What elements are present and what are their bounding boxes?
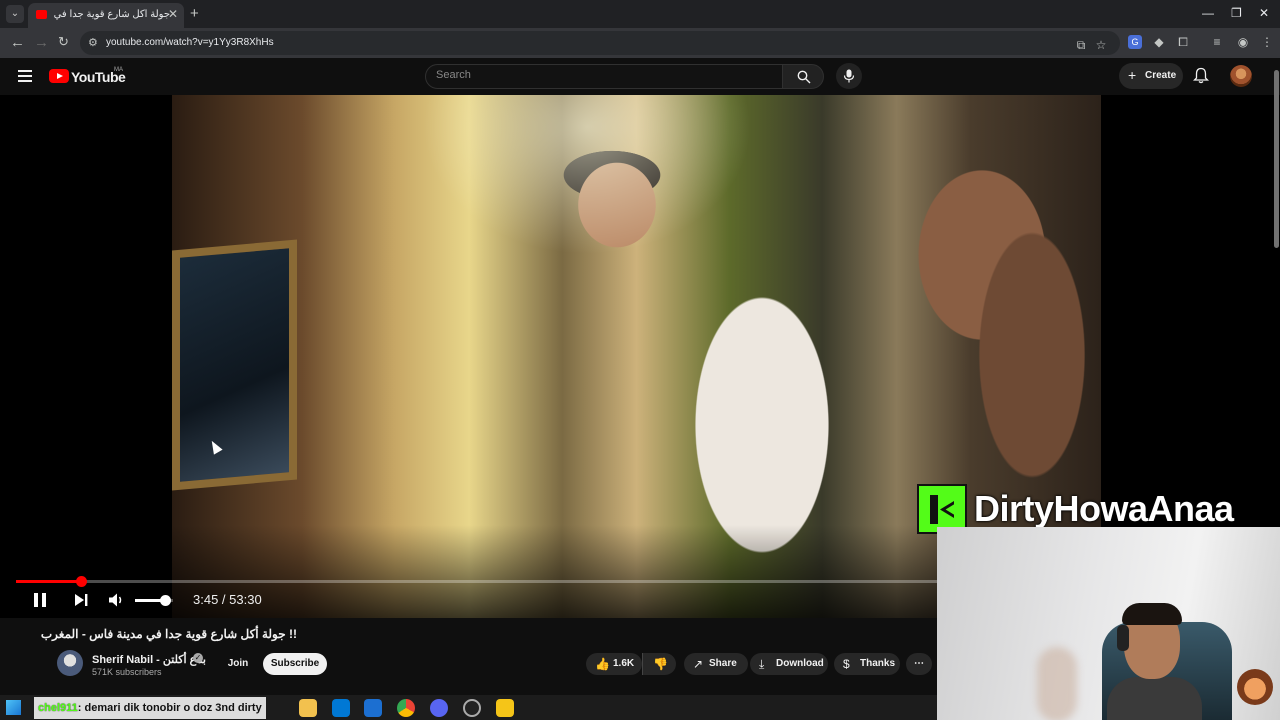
youtube-favicon-icon — [36, 10, 47, 19]
share-label: Share — [709, 658, 737, 669]
download-icon: ⤓ — [759, 657, 765, 671]
url-text[interactable]: youtube.com/watch?v=y1Yy3R8XhHs — [106, 37, 274, 48]
channel-avatar[interactable] — [57, 650, 83, 676]
search-box[interactable] — [425, 64, 783, 89]
tab-close-icon[interactable]: ✕ — [168, 7, 178, 21]
tab-title: جولة أكل شارع قوية جدا في ... — [52, 9, 170, 20]
download-button[interactable]: ⤓ Download — [750, 653, 828, 675]
create-button[interactable]: + Create — [1119, 63, 1183, 89]
channel-name[interactable]: Sherif Nabil - بتاع أكلتن — [92, 653, 206, 666]
notifications-bell-icon[interactable] — [1193, 67, 1209, 84]
minimize-icon[interactable]: — — [1202, 6, 1214, 20]
next-video-icon[interactable] — [73, 592, 89, 608]
site-info-icon[interactable]: ⚙ — [88, 36, 98, 49]
more-actions-button[interactable]: ⋯ — [906, 653, 932, 675]
video-title: !! جولة أكل شارع قوية جدا في مدينة فاس -… — [40, 627, 297, 641]
chat-username: chel911 — [38, 702, 78, 714]
reading-list-icon[interactable]: ≡ — [1210, 35, 1224, 49]
thanks-button[interactable]: $ Thanks — [834, 653, 900, 675]
search-button[interactable] — [782, 64, 824, 89]
tab-search-icon[interactable]: ⌄ — [6, 5, 24, 23]
progress-bar[interactable] — [16, 576, 937, 587]
cast-icon[interactable]: ⧉ — [1074, 38, 1088, 52]
subscribe-button[interactable]: Subscribe — [263, 653, 327, 675]
pause-button[interactable] — [32, 592, 48, 608]
thumbs-down-icon: 👎 — [653, 657, 668, 671]
profile-icon[interactable]: ◉ — [1236, 35, 1250, 49]
plus-icon: + — [1128, 67, 1137, 83]
scrollbar-thumb[interactable] — [1274, 70, 1279, 248]
video-content — [422, 95, 752, 255]
account-avatar[interactable] — [1230, 65, 1252, 87]
controls-gradient — [0, 525, 937, 618]
progress-played — [16, 580, 81, 583]
chat-message: chel911: demari dik tonobir o doz 3nd di… — [34, 697, 266, 719]
browser-tab[interactable]: جولة أكل شارع قوية جدا في ... ✕ — [28, 3, 184, 28]
create-label: Create — [1145, 70, 1177, 81]
thanks-label: Thanks — [860, 658, 896, 669]
verified-badge-icon: ✓ — [193, 653, 203, 663]
translate-extension-icon[interactable]: G — [1128, 35, 1142, 49]
discord-icon[interactable] — [430, 699, 448, 717]
thumbs-up-icon: 👍 — [595, 657, 610, 671]
reload-icon[interactable]: ↻ — [58, 34, 69, 50]
webcam-hand — [1037, 647, 1077, 720]
volume-slider[interactable] — [135, 595, 173, 606]
pause-icon — [34, 593, 38, 607]
browser-menu-icon[interactable]: ⋮ — [1260, 35, 1274, 49]
chrome-icon[interactable] — [397, 699, 415, 717]
search-icon — [797, 70, 811, 84]
forward-icon[interactable]: → — [34, 34, 49, 51]
share-button[interactable]: ↗ Share — [684, 653, 748, 675]
download-label: Download — [776, 658, 824, 669]
windows-start-icon[interactable] — [6, 700, 21, 715]
streamer-webcam — [937, 527, 1280, 720]
pause-icon-bar — [42, 593, 46, 607]
like-count: 1.6K — [613, 658, 635, 669]
dislike-button[interactable]: 👎 — [642, 653, 676, 675]
outlook-icon[interactable] — [364, 699, 382, 717]
microphone-icon — [843, 69, 855, 83]
progress-scrubber[interactable] — [75, 576, 87, 587]
extensions-puzzle-icon[interactable]: ⧠ — [1176, 35, 1190, 49]
youtube-header: YouTube MA + Create — [0, 58, 1280, 95]
extension-icon[interactable]: ◆ — [1152, 35, 1166, 49]
webcam-person-hair — [1122, 603, 1182, 625]
time-display: 3:45 / 53:30 — [193, 592, 262, 607]
volume-icon[interactable] — [107, 591, 125, 609]
restore-icon[interactable]: ❐ — [1231, 6, 1242, 20]
store-icon[interactable] — [332, 699, 350, 717]
bookmark-star-icon[interactable]: ☆ — [1094, 38, 1108, 52]
app-icon[interactable] — [496, 699, 514, 717]
new-tab-icon[interactable]: + — [190, 5, 199, 22]
back-icon[interactable]: ← — [10, 34, 25, 51]
region-code: MA — [114, 67, 123, 73]
share-icon: ↗ — [693, 657, 704, 671]
like-button[interactable]: 👍 1.6K — [586, 653, 642, 675]
address-bar[interactable]: ⚙ youtube.com/watch?v=y1Yy3R8XhHs ⧉ ☆ — [80, 31, 1120, 55]
hamburger-menu-icon[interactable] — [18, 70, 32, 82]
voice-search-button[interactable] — [836, 63, 862, 89]
file-explorer-icon[interactable] — [299, 699, 317, 717]
window-close-icon[interactable]: ✕ — [1259, 6, 1269, 20]
browser-tab-bar: ⌄ جولة أكل شارع قوية جدا في ... ✕ + — ❐ … — [0, 0, 1280, 28]
streamer-name: DirtyHowaAnaa — [974, 488, 1234, 529]
emote-icon — [1237, 669, 1273, 705]
youtube-logo-icon[interactable] — [49, 69, 69, 83]
search-input[interactable] — [436, 69, 766, 81]
browser-toolbar: ← → ↻ ⚙ youtube.com/watch?v=y1Yy3R8XhHs … — [0, 28, 1280, 58]
webcam-person-body — [1107, 677, 1202, 720]
obs-icon[interactable] — [463, 699, 481, 717]
more-icon: ⋯ — [914, 658, 924, 669]
join-button[interactable]: Join — [222, 653, 254, 675]
video-content-portrait — [172, 239, 297, 491]
headset-icon — [1117, 625, 1129, 651]
chat-text: : demari dik tonobir o doz 3nd dirty — [77, 702, 262, 714]
subscriber-count: 571K subscribers — [92, 667, 162, 677]
thanks-icon: $ — [843, 657, 850, 671]
page-scrollbar[interactable] — [1272, 70, 1280, 250]
